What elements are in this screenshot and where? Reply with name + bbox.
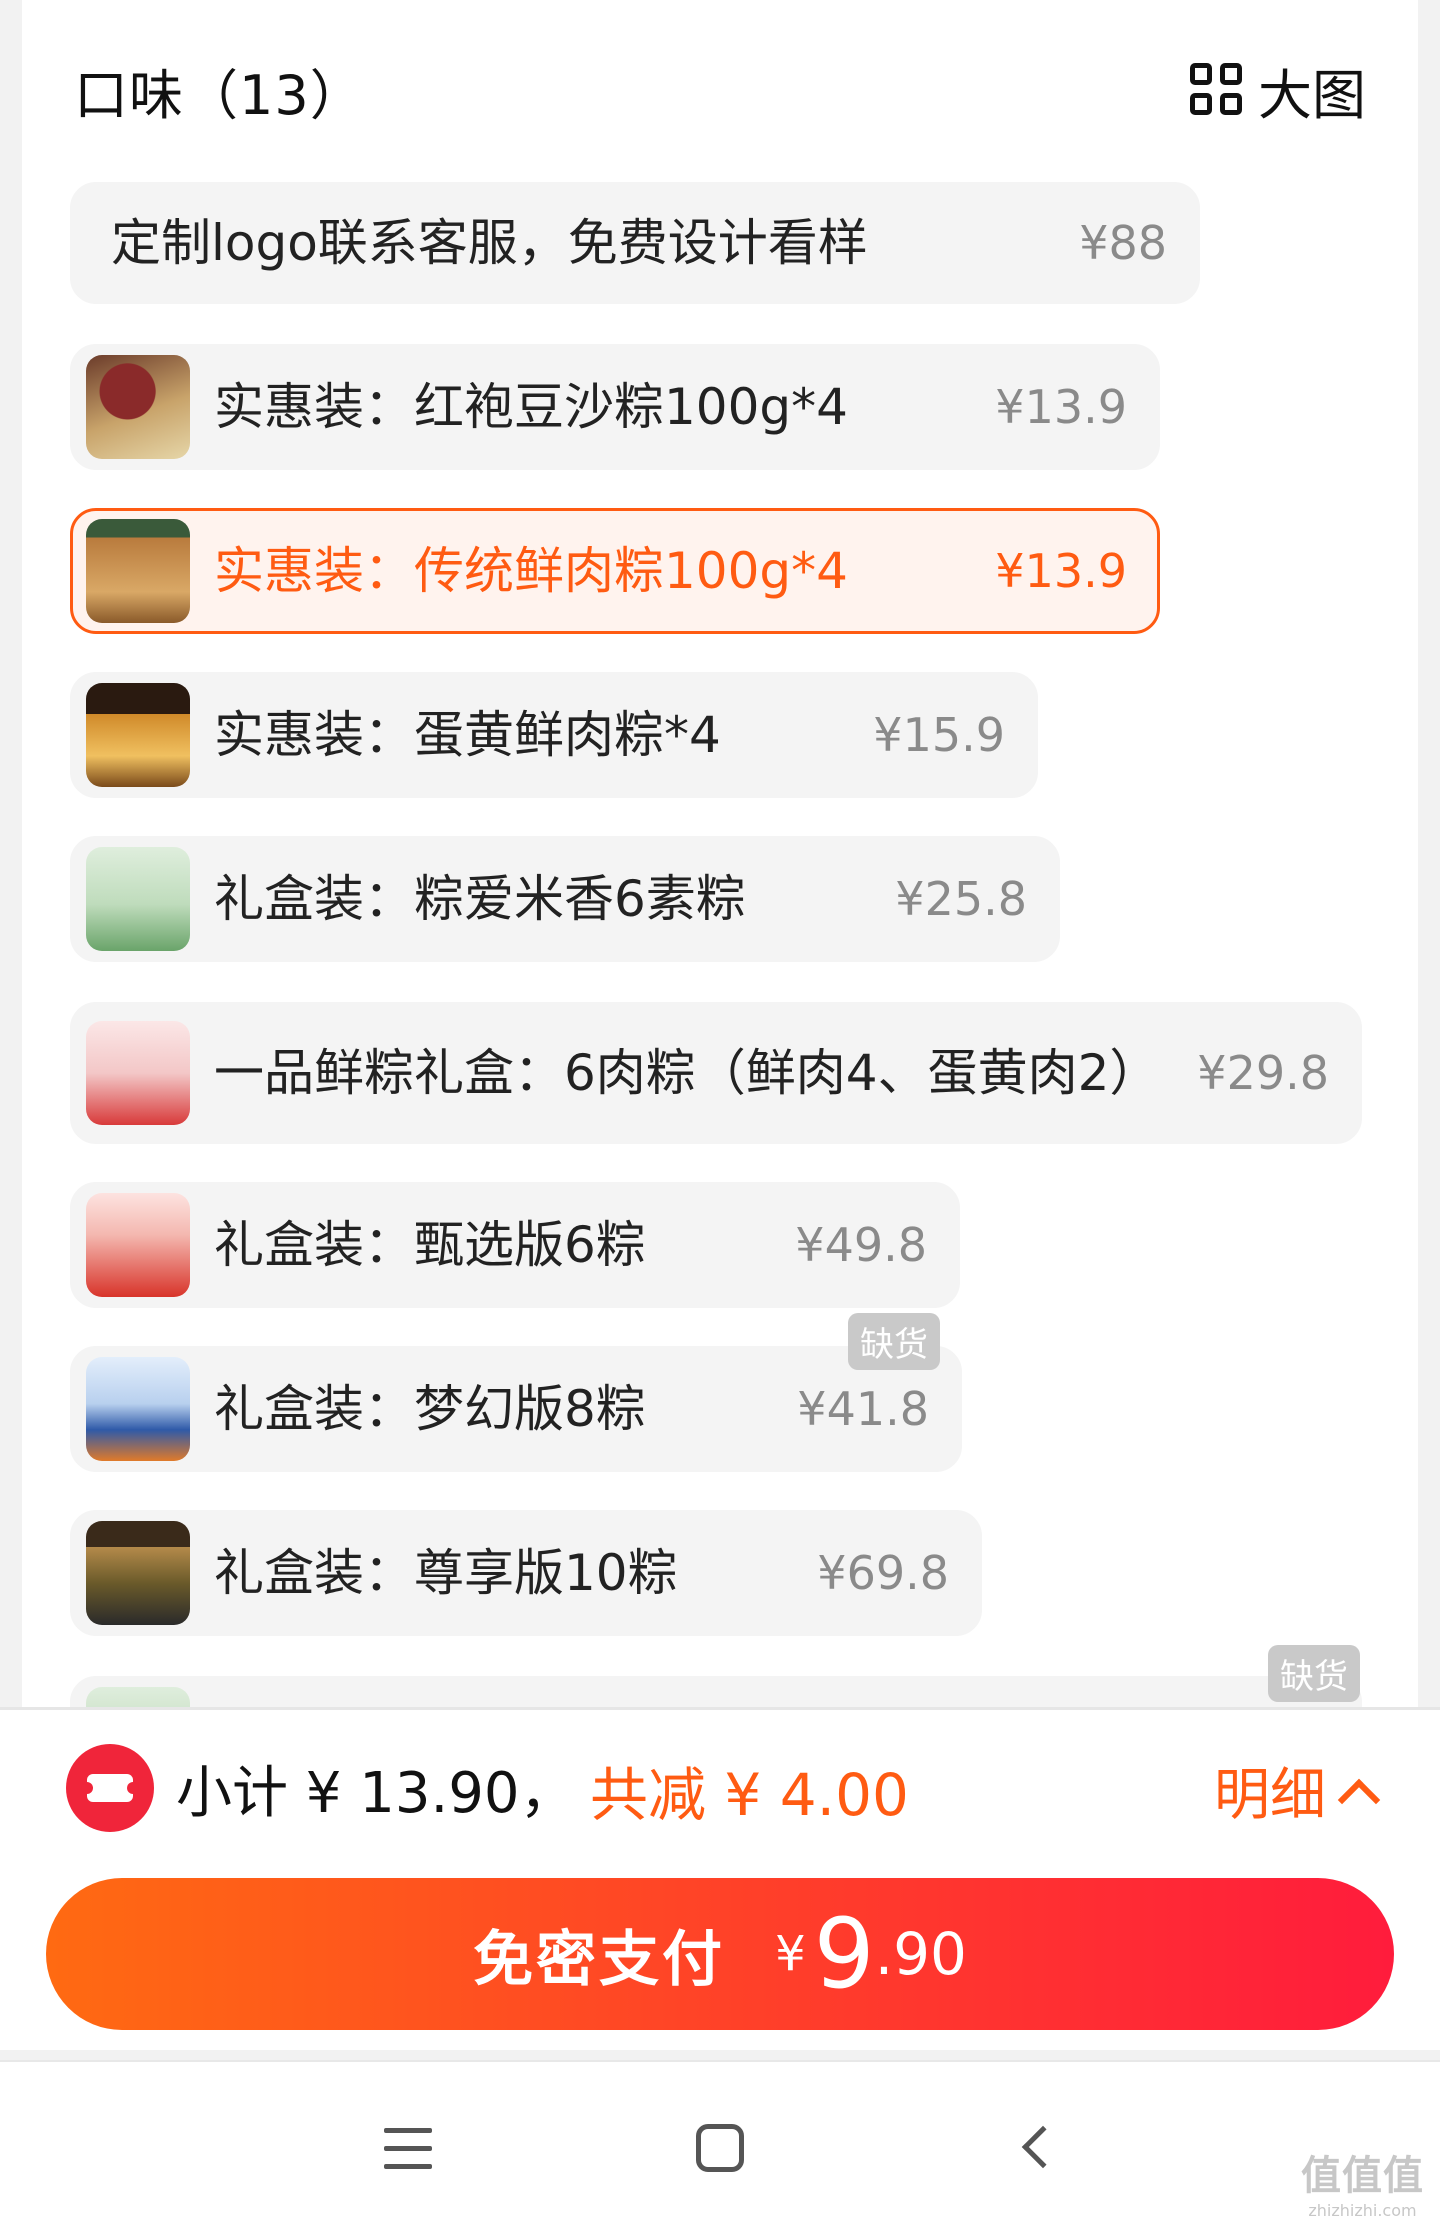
product-thumbnail [86, 1357, 190, 1461]
option-name: 礼盒装：粽爱米香6素粽 [214, 870, 746, 928]
option-name: 一品鲜粽礼盒：6肉粽（鲜肉4、蛋黄肉2） [214, 1044, 1160, 1102]
option-name: 实惠装：传统鲜肉粽100g*4 [214, 542, 848, 600]
option-name: 礼盒装：甄选版6粽 [214, 1216, 646, 1274]
back-icon[interactable] [1010, 2120, 1070, 2180]
pay-currency: ¥ [775, 1926, 806, 1982]
sku-selector-sheet: 口味（13） 大图 定制logo联系客服，免费设计看样 ¥88 实惠装：红袍豆沙… [22, 0, 1418, 1710]
option-price: ¥13.9 [995, 380, 1127, 434]
product-thumbnail [86, 683, 190, 787]
option-premium-edition-10[interactable]: 礼盒装：尊享版10粽 ¥69.8 [70, 1510, 982, 1636]
option-select-edition-6[interactable]: 礼盒装：甄选版6粽 ¥49.8 [70, 1182, 960, 1308]
watermark-url: zhizhizhi.com [1308, 2201, 1417, 2220]
product-thumbnail [86, 519, 190, 623]
detail-label: 明细 [1214, 1763, 1326, 1828]
product-thumbnail [86, 1193, 190, 1297]
option-price: ¥49.8 [795, 1218, 927, 1272]
chevron-up-icon [1337, 1778, 1381, 1821]
option-price: ¥25.8 [895, 872, 1027, 926]
product-thumbnail [86, 1521, 190, 1625]
option-name: 礼盒装：尊享版10粽 [214, 1544, 678, 1602]
detail-toggle[interactable]: 明细 [1214, 1750, 1381, 1831]
option-name: 礼盒装：梦幻版8粽 [214, 1380, 646, 1438]
option-price: ¥88 [1079, 216, 1167, 270]
option-partial-next[interactable] [70, 1676, 1362, 1710]
option-fresh-pork[interactable]: 实惠装：传统鲜肉粽100g*4 ¥13.9 [70, 508, 1160, 634]
discount-text: 共减 ¥ 4.00 [590, 1761, 909, 1829]
watermark-logo: 值值值 [1301, 2153, 1424, 2199]
option-name: 实惠装：红袍豆沙粽100g*4 [214, 378, 848, 436]
option-price: ¥13.9 [995, 544, 1127, 598]
option-price: ¥29.8 [1197, 1046, 1329, 1100]
option-price: ¥41.8 [797, 1382, 929, 1436]
system-nav-bar: 值值值 zhizhizhi.com [0, 2060, 1440, 2226]
coupon-icon [66, 1744, 154, 1832]
pay-amount-integer: 9 [813, 1898, 875, 2010]
subtotal-text: 小计 ¥ 13.90， [176, 1761, 576, 1826]
flavor-header: 口味（13） 大图 [74, 50, 1366, 130]
menu-icon[interactable] [380, 2120, 440, 2180]
password-free-pay-button[interactable]: 免密支付 ¥ 9 .90 [46, 1878, 1394, 2030]
option-egg-yolk-pork[interactable]: 实惠装：蛋黄鲜肉粽*4 ¥15.9 [70, 672, 1038, 798]
out-of-stock-badge: 缺货 [848, 1313, 940, 1370]
product-thumbnail [86, 355, 190, 459]
option-pinxian-gift[interactable]: 一品鲜粽礼盒：6肉粽（鲜肉4、蛋黄肉2） ¥29.8 [70, 1002, 1362, 1144]
watermark: 值值值 zhizhizhi.com [1301, 2143, 1424, 2220]
large-view-label: 大图 [1258, 63, 1366, 127]
order-summary-bar: 小计 ¥ 13.90， 共减 ¥ 4.00 明细 免密支付 ¥ 9 .90 [0, 1710, 1440, 2050]
grid-icon [1190, 63, 1244, 117]
product-thumbnail [86, 847, 190, 951]
option-vegetarian-gift-6[interactable]: 礼盒装：粽爱米香6素粽 ¥25.8 [70, 836, 1060, 962]
option-name: 定制logo联系客服，免费设计看样 [111, 214, 868, 272]
flavor-section-title: 口味（13） [74, 63, 365, 127]
option-red-bean[interactable]: 实惠装：红袍豆沙粽100g*4 ¥13.9 [70, 344, 1160, 470]
pay-amount-decimal: .90 [874, 1920, 967, 1988]
option-name: 实惠装：蛋黄鲜肉粽*4 [214, 706, 721, 764]
large-view-toggle[interactable]: 大图 [1190, 51, 1366, 130]
option-price: ¥15.9 [873, 708, 1005, 762]
pay-button-label: 免密支付 [473, 1924, 726, 1995]
option-custom-logo[interactable]: 定制logo联系客服，免费设计看样 ¥88 [70, 182, 1200, 304]
home-icon[interactable] [690, 2120, 750, 2180]
option-price: ¥69.8 [817, 1546, 949, 1600]
out-of-stock-badge: 缺货 [1268, 1645, 1360, 1702]
option-dream-edition-8[interactable]: 礼盒装：梦幻版8粽 ¥41.8 [70, 1346, 962, 1472]
product-thumbnail [86, 1021, 190, 1125]
